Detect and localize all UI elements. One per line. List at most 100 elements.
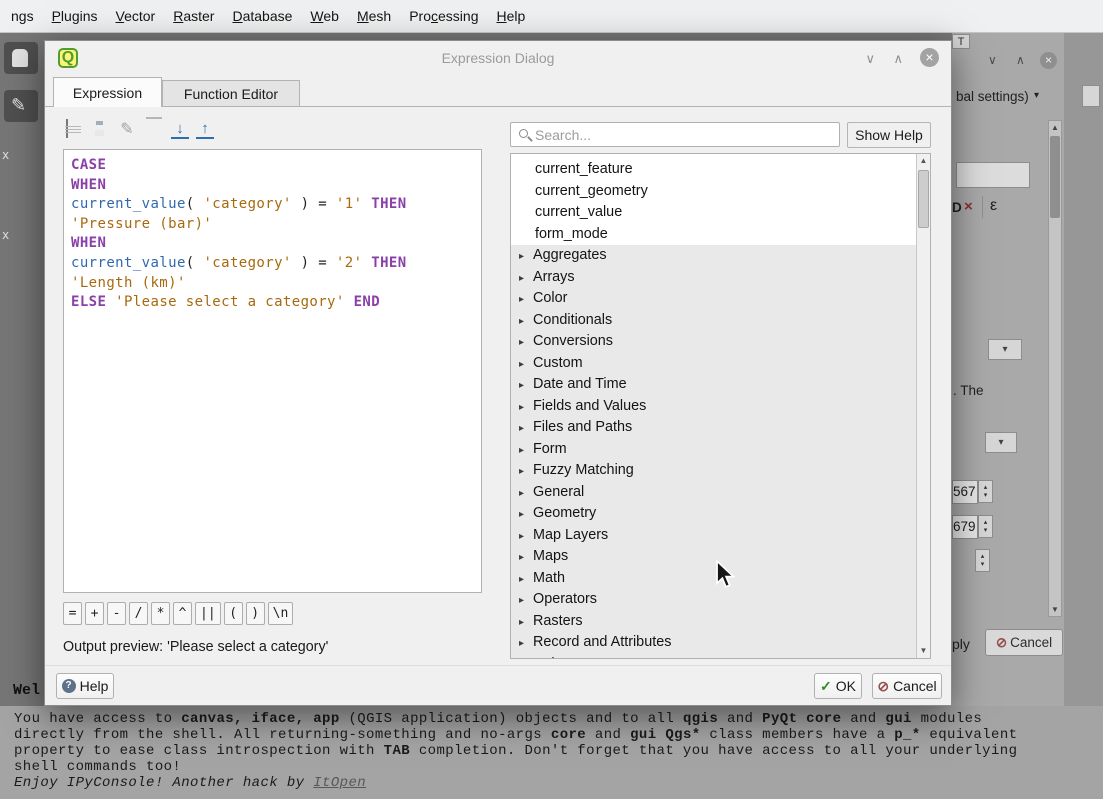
spinner-up-icon[interactable]: ▴: [984, 519, 988, 527]
menu-item-ngs[interactable]: ngs: [2, 1, 43, 31]
scroll-down-icon[interactable]: ▼: [917, 644, 930, 658]
spinner[interactable]: ▴▾: [975, 549, 990, 572]
function-group-geometry[interactable]: ▸Geometry: [511, 503, 916, 525]
function-group-string[interactable]: ▸String: [511, 654, 916, 659]
ok-button[interactable]: ✓ OK: [814, 673, 862, 699]
panel-scrollbar[interactable]: ▲ ▼: [1048, 120, 1062, 617]
help-button[interactable]: ? Help: [56, 673, 114, 699]
menu-item-vector[interactable]: Vector: [107, 1, 165, 31]
expression-epsilon-button[interactable]: ε: [990, 197, 997, 215]
shade-icon[interactable]: ∨: [865, 51, 875, 67]
export-expression-icon[interactable]: ↑: [196, 121, 214, 139]
search-input[interactable]: [535, 123, 835, 146]
show-help-button[interactable]: Show Help: [847, 122, 931, 148]
toolbar-edit-icon[interactable]: ✎: [4, 90, 38, 122]
operator-button[interactable]: (: [224, 602, 243, 625]
import-expression-icon[interactable]: ↓: [171, 121, 189, 139]
tab-function-editor[interactable]: Function Editor: [162, 80, 300, 107]
menu-item-help[interactable]: Help: [487, 1, 534, 31]
close-icon[interactable]: ×: [920, 48, 939, 67]
apply-button-fragment[interactable]: ply: [952, 636, 970, 652]
menu-item-raster[interactable]: Raster: [164, 1, 223, 31]
operator-button[interactable]: -: [107, 602, 126, 625]
spinner[interactable]: ▴▾: [978, 515, 993, 538]
background-cancel-button[interactable]: ⊘ Cancel: [985, 629, 1063, 656]
text-field-fragment[interactable]: [956, 162, 1030, 188]
dialog-titlebar[interactable]: Q Expression Dialog ∨ ∧ ×: [45, 41, 951, 77]
function-group-form[interactable]: ▸Form: [511, 439, 916, 461]
delete-expression-icon[interactable]: [144, 120, 164, 140]
operator-button[interactable]: \n: [268, 602, 294, 625]
spinner-down-icon[interactable]: ▾: [984, 492, 988, 500]
function-group-fields-and-values[interactable]: ▸Fields and Values: [511, 396, 916, 418]
spinner[interactable]: ▴▾: [978, 480, 993, 503]
operator-button[interactable]: *: [151, 602, 170, 625]
operator-button[interactable]: ): [246, 602, 265, 625]
menu-item-mesh[interactable]: Mesh: [348, 1, 400, 31]
close-icon[interactable]: ×: [1040, 52, 1057, 69]
function-group-arrays[interactable]: ▸Arrays: [511, 267, 916, 289]
function-group-color[interactable]: ▸Color: [511, 288, 916, 310]
operator-button[interactable]: =: [63, 602, 82, 625]
expand-icon: ▸: [519, 440, 533, 462]
expand-icon: ▸: [519, 590, 533, 612]
edit-expression-icon[interactable]: ✎: [117, 120, 137, 140]
function-group-math[interactable]: ▸Math: [511, 568, 916, 590]
menu-item-database[interactable]: Database: [223, 1, 301, 31]
operator-button[interactable]: +: [85, 602, 104, 625]
expression-editor[interactable]: CASEWHENcurrent_value( 'category' ) = '1…: [63, 149, 482, 593]
function-group-fuzzy-matching[interactable]: ▸Fuzzy Matching: [511, 460, 916, 482]
operator-button[interactable]: ^: [173, 602, 192, 625]
operator-button[interactable]: /: [129, 602, 148, 625]
tab-expression[interactable]: Expression: [53, 77, 162, 107]
function-group-conditionals[interactable]: ▸Conditionals: [511, 310, 916, 332]
settings-dropdown-fragment[interactable]: bal settings): [956, 89, 1029, 104]
background-right-panel: T ∨ ∧ × bal settings) ▾ D × ε ▾ . The ▾ …: [952, 33, 1103, 706]
function-group-date-and-time[interactable]: ▸Date and Time: [511, 374, 916, 396]
spinbox-value[interactable]: 567: [952, 480, 978, 504]
spinner-down-icon[interactable]: ▾: [984, 527, 988, 535]
function-item-current_geometry[interactable]: current_geometry: [511, 181, 916, 203]
list-scrollbar[interactable]: ▲ ▼: [916, 154, 930, 658]
spinbox-value[interactable]: 679: [952, 515, 978, 539]
operator-button[interactable]: ||: [195, 602, 221, 625]
scroll-up-icon[interactable]: ▲: [917, 154, 930, 168]
toolbar-pan-icon[interactable]: [4, 42, 38, 74]
function-group-rasters[interactable]: ▸Rasters: [511, 611, 916, 633]
panel-tool-icon[interactable]: [1082, 85, 1100, 107]
scroll-down-icon[interactable]: ▼: [1049, 603, 1061, 616]
menu-item-web[interactable]: Web: [301, 1, 348, 31]
scrollbar-thumb[interactable]: [1050, 136, 1060, 218]
scroll-up-icon[interactable]: ▲: [1049, 121, 1061, 134]
menu-item-plugins[interactable]: Plugins: [43, 1, 107, 31]
function-group-operators[interactable]: ▸Operators: [511, 589, 916, 611]
function-group-map-layers[interactable]: ▸Map Layers: [511, 525, 916, 547]
function-group-general[interactable]: ▸General: [511, 482, 916, 504]
code-line: 'Pressure (bar)': [71, 215, 474, 235]
code-line: 'Length (km)': [71, 274, 474, 294]
function-group-conversions[interactable]: ▸Conversions: [511, 331, 916, 353]
new-expression-icon[interactable]: [63, 120, 83, 140]
console-line: directly from the shell. All returning-s…: [14, 727, 1103, 743]
function-item-form_mode[interactable]: form_mode: [511, 224, 916, 246]
function-group-record-and-attributes[interactable]: ▸Record and Attributes: [511, 632, 916, 654]
spinner-up-icon[interactable]: ▴: [984, 484, 988, 492]
unshade-icon[interactable]: ∧: [893, 51, 903, 67]
function-group-files-and-paths[interactable]: ▸Files and Paths: [511, 417, 916, 439]
function-item-current_feature[interactable]: current_feature: [511, 159, 916, 181]
scrollbar-thumb[interactable]: [918, 170, 929, 228]
menu-item-processing[interactable]: Processing: [400, 1, 487, 31]
dropdown-fragment[interactable]: ▾: [985, 432, 1017, 453]
cancel-button[interactable]: ⊘ Cancel: [872, 673, 942, 699]
clear-icon[interactable]: ×: [964, 198, 973, 215]
function-group-custom[interactable]: ▸Custom: [511, 353, 916, 375]
spinner-down-icon[interactable]: ▾: [981, 561, 985, 569]
dropdown-fragment[interactable]: ▾: [988, 339, 1022, 360]
spinner-up-icon[interactable]: ▴: [981, 553, 985, 561]
function-group-maps[interactable]: ▸Maps: [511, 546, 916, 568]
function-group-aggregates[interactable]: ▸Aggregates: [511, 245, 916, 267]
shade-icon[interactable]: ∨: [988, 53, 997, 67]
save-expression-icon[interactable]: [90, 120, 110, 140]
unshade-icon[interactable]: ∧: [1016, 53, 1025, 67]
function-item-current_value[interactable]: current_value: [511, 202, 916, 224]
